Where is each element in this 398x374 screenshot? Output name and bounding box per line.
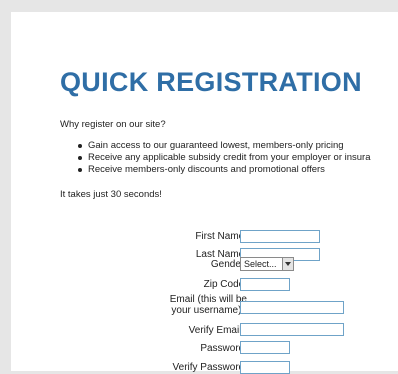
benefits-list: Gain access to our guaranteed lowest, me… xyxy=(78,140,371,176)
registration-page: QUICK REGISTRATION Why register on our s… xyxy=(11,12,398,371)
email-label-line2: your username) : xyxy=(171,305,247,316)
email-label-line1: Email (this will be xyxy=(169,294,247,305)
verify-email-input[interactable] xyxy=(240,323,344,336)
time-note: It takes just 30 seconds! xyxy=(60,189,162,200)
zip-code-input[interactable] xyxy=(240,278,290,291)
chevron-down-icon[interactable] xyxy=(282,258,293,270)
page-title: QUICK REGISTRATION xyxy=(60,67,362,97)
email-label: Email (this will be your username) : xyxy=(170,294,247,316)
verify-email-label: Verify Email : xyxy=(188,325,247,336)
password-input[interactable] xyxy=(240,341,290,354)
benefit-item: Receive members-only discounts and promo… xyxy=(78,164,371,176)
gender-select[interactable]: Select... xyxy=(240,257,294,271)
first-name-input[interactable] xyxy=(240,230,320,243)
benefit-item: Receive any applicable subsidy credit fr… xyxy=(78,152,371,164)
email-input[interactable] xyxy=(240,301,344,314)
intro-text: Why register on our site? xyxy=(60,119,166,130)
benefit-item: Gain access to our guaranteed lowest, me… xyxy=(78,140,371,152)
gender-select-value: Select... xyxy=(244,259,277,269)
verify-password-input[interactable] xyxy=(240,361,290,374)
verify-password-label: Verify Password: xyxy=(172,362,247,373)
